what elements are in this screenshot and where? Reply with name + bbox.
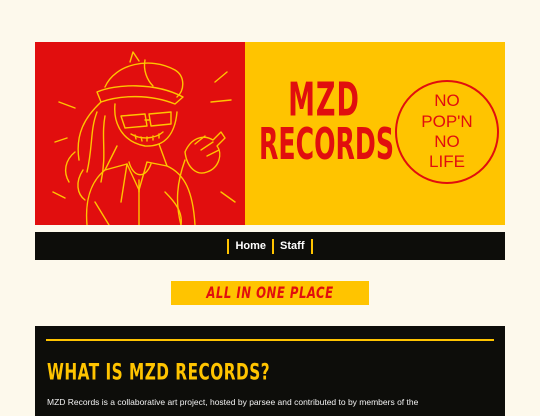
badge-line: NO: [434, 91, 460, 111]
logo-line-2: RECORDS: [259, 117, 394, 170]
nav-home-link[interactable]: Home: [229, 240, 272, 252]
logo-line-1: MZD: [288, 73, 360, 129]
badge-line: POP'N: [421, 111, 473, 131]
badge-line: LIFE: [429, 152, 465, 172]
tagline-text: ALL IN ONE PLACE: [206, 283, 334, 303]
nav-divider: [310, 238, 313, 254]
tagline-banner: ALL IN ONE PLACE: [171, 281, 369, 305]
site-logo: MZD RECORDS: [259, 73, 394, 170]
logo-area: MZD RECORDS NO POP'N NO LIFE: [245, 42, 505, 225]
about-heading: WHAT IS MZD RECORDS?: [47, 360, 271, 386]
section-divider: [46, 339, 494, 341]
about-section: WHAT IS MZD RECORDS? MZD Records is a co…: [35, 326, 505, 416]
main-nav: Home Staff: [35, 232, 505, 260]
badge-line: NO: [434, 132, 460, 151]
header-banner: MZD RECORDS NO POP'N NO LIFE: [35, 42, 505, 225]
about-body-text: MZD Records is a collaborative art proje…: [47, 397, 419, 407]
nav-staff-link[interactable]: Staff: [274, 240, 310, 252]
character-illustration: [35, 42, 245, 225]
slogan-badge: NO POP'N NO LIFE: [395, 80, 499, 184]
